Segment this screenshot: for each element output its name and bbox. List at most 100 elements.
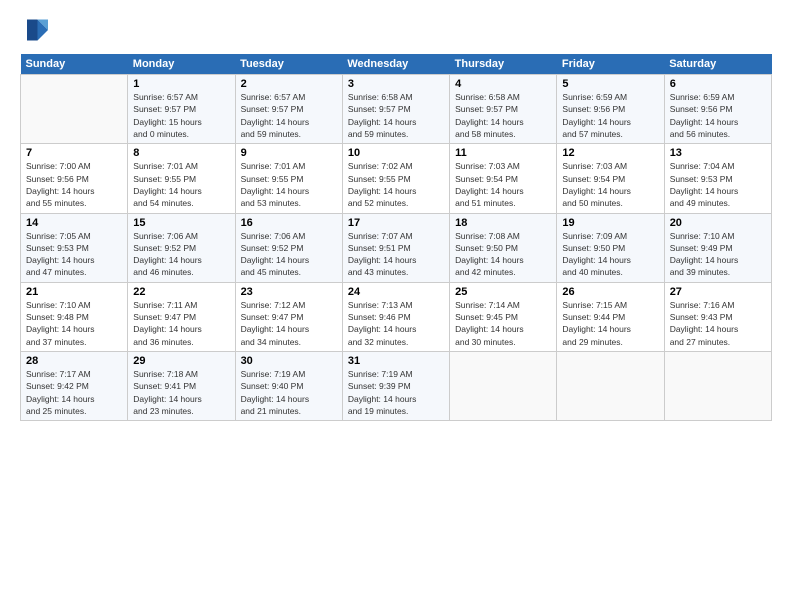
day-number: 7: [26, 147, 122, 159]
day-info: Sunrise: 7:17 AM Sunset: 9:42 PM Dayligh…: [26, 368, 122, 417]
calendar-cell: 20Sunrise: 7:10 AM Sunset: 9:49 PM Dayli…: [664, 213, 771, 282]
calendar-cell: 28Sunrise: 7:17 AM Sunset: 9:42 PM Dayli…: [21, 352, 128, 421]
day-number: 20: [670, 217, 766, 229]
calendar-cell: 18Sunrise: 7:08 AM Sunset: 9:50 PM Dayli…: [450, 213, 557, 282]
day-info: Sunrise: 6:59 AM Sunset: 9:56 PM Dayligh…: [562, 91, 658, 140]
calendar-cell: 27Sunrise: 7:16 AM Sunset: 9:43 PM Dayli…: [664, 282, 771, 351]
day-info: Sunrise: 7:04 AM Sunset: 9:53 PM Dayligh…: [670, 160, 766, 209]
day-info: Sunrise: 7:19 AM Sunset: 9:40 PM Dayligh…: [241, 368, 337, 417]
day-number: 16: [241, 217, 337, 229]
day-info: Sunrise: 7:09 AM Sunset: 9:50 PM Dayligh…: [562, 230, 658, 279]
calendar-table: SundayMondayTuesdayWednesdayThursdayFrid…: [20, 54, 772, 421]
day-number: 14: [26, 217, 122, 229]
day-number: 10: [348, 147, 444, 159]
day-info: Sunrise: 6:57 AM Sunset: 9:57 PM Dayligh…: [133, 91, 229, 140]
day-info: Sunrise: 7:19 AM Sunset: 9:39 PM Dayligh…: [348, 368, 444, 417]
day-number: 22: [133, 286, 229, 298]
day-number: 19: [562, 217, 658, 229]
calendar-cell: 3Sunrise: 6:58 AM Sunset: 9:57 PM Daylig…: [342, 75, 449, 144]
day-number: 18: [455, 217, 551, 229]
header: [20, 16, 772, 44]
week-row-2: 7Sunrise: 7:00 AM Sunset: 9:56 PM Daylig…: [21, 144, 772, 213]
day-info: Sunrise: 7:03 AM Sunset: 9:54 PM Dayligh…: [562, 160, 658, 209]
day-info: Sunrise: 7:07 AM Sunset: 9:51 PM Dayligh…: [348, 230, 444, 279]
calendar-cell: 24Sunrise: 7:13 AM Sunset: 9:46 PM Dayli…: [342, 282, 449, 351]
day-info: Sunrise: 7:08 AM Sunset: 9:50 PM Dayligh…: [455, 230, 551, 279]
day-info: Sunrise: 7:00 AM Sunset: 9:56 PM Dayligh…: [26, 160, 122, 209]
logo: [20, 16, 52, 44]
calendar-cell: [557, 352, 664, 421]
day-number: 30: [241, 355, 337, 367]
day-number: 31: [348, 355, 444, 367]
calendar-cell: 19Sunrise: 7:09 AM Sunset: 9:50 PM Dayli…: [557, 213, 664, 282]
calendar-cell: 22Sunrise: 7:11 AM Sunset: 9:47 PM Dayli…: [128, 282, 235, 351]
day-number: 6: [670, 78, 766, 90]
calendar-cell: [664, 352, 771, 421]
calendar-cell: [21, 75, 128, 144]
day-number: 23: [241, 286, 337, 298]
calendar-cell: 7Sunrise: 7:00 AM Sunset: 9:56 PM Daylig…: [21, 144, 128, 213]
calendar-cell: 23Sunrise: 7:12 AM Sunset: 9:47 PM Dayli…: [235, 282, 342, 351]
day-number: 15: [133, 217, 229, 229]
calendar-cell: 30Sunrise: 7:19 AM Sunset: 9:40 PM Dayli…: [235, 352, 342, 421]
day-info: Sunrise: 7:12 AM Sunset: 9:47 PM Dayligh…: [241, 299, 337, 348]
col-header-tuesday: Tuesday: [235, 54, 342, 75]
col-header-monday: Monday: [128, 54, 235, 75]
day-number: 8: [133, 147, 229, 159]
header-row: SundayMondayTuesdayWednesdayThursdayFrid…: [21, 54, 772, 75]
calendar-cell: 21Sunrise: 7:10 AM Sunset: 9:48 PM Dayli…: [21, 282, 128, 351]
week-row-4: 21Sunrise: 7:10 AM Sunset: 9:48 PM Dayli…: [21, 282, 772, 351]
calendar-cell: 4Sunrise: 6:58 AM Sunset: 9:57 PM Daylig…: [450, 75, 557, 144]
day-info: Sunrise: 6:58 AM Sunset: 9:57 PM Dayligh…: [348, 91, 444, 140]
day-number: 29: [133, 355, 229, 367]
col-header-friday: Friday: [557, 54, 664, 75]
calendar-cell: 26Sunrise: 7:15 AM Sunset: 9:44 PM Dayli…: [557, 282, 664, 351]
calendar-cell: 15Sunrise: 7:06 AM Sunset: 9:52 PM Dayli…: [128, 213, 235, 282]
day-info: Sunrise: 7:14 AM Sunset: 9:45 PM Dayligh…: [455, 299, 551, 348]
day-info: Sunrise: 7:01 AM Sunset: 9:55 PM Dayligh…: [133, 160, 229, 209]
day-number: 25: [455, 286, 551, 298]
day-info: Sunrise: 7:06 AM Sunset: 9:52 PM Dayligh…: [133, 230, 229, 279]
calendar-cell: [450, 352, 557, 421]
day-number: 5: [562, 78, 658, 90]
day-info: Sunrise: 7:01 AM Sunset: 9:55 PM Dayligh…: [241, 160, 337, 209]
day-info: Sunrise: 7:03 AM Sunset: 9:54 PM Dayligh…: [455, 160, 551, 209]
calendar-cell: 9Sunrise: 7:01 AM Sunset: 9:55 PM Daylig…: [235, 144, 342, 213]
day-number: 27: [670, 286, 766, 298]
calendar-cell: 13Sunrise: 7:04 AM Sunset: 9:53 PM Dayli…: [664, 144, 771, 213]
page: SundayMondayTuesdayWednesdayThursdayFrid…: [0, 0, 792, 612]
calendar-cell: 5Sunrise: 6:59 AM Sunset: 9:56 PM Daylig…: [557, 75, 664, 144]
calendar-cell: 16Sunrise: 7:06 AM Sunset: 9:52 PM Dayli…: [235, 213, 342, 282]
calendar-cell: 8Sunrise: 7:01 AM Sunset: 9:55 PM Daylig…: [128, 144, 235, 213]
calendar-cell: 6Sunrise: 6:59 AM Sunset: 9:56 PM Daylig…: [664, 75, 771, 144]
calendar-cell: 31Sunrise: 7:19 AM Sunset: 9:39 PM Dayli…: [342, 352, 449, 421]
col-header-sunday: Sunday: [21, 54, 128, 75]
week-row-5: 28Sunrise: 7:17 AM Sunset: 9:42 PM Dayli…: [21, 352, 772, 421]
col-header-saturday: Saturday: [664, 54, 771, 75]
day-number: 24: [348, 286, 444, 298]
calendar-cell: 17Sunrise: 7:07 AM Sunset: 9:51 PM Dayli…: [342, 213, 449, 282]
day-number: 13: [670, 147, 766, 159]
day-info: Sunrise: 6:58 AM Sunset: 9:57 PM Dayligh…: [455, 91, 551, 140]
day-info: Sunrise: 7:11 AM Sunset: 9:47 PM Dayligh…: [133, 299, 229, 348]
day-info: Sunrise: 7:10 AM Sunset: 9:49 PM Dayligh…: [670, 230, 766, 279]
calendar-cell: 11Sunrise: 7:03 AM Sunset: 9:54 PM Dayli…: [450, 144, 557, 213]
day-info: Sunrise: 7:18 AM Sunset: 9:41 PM Dayligh…: [133, 368, 229, 417]
day-info: Sunrise: 7:05 AM Sunset: 9:53 PM Dayligh…: [26, 230, 122, 279]
col-header-wednesday: Wednesday: [342, 54, 449, 75]
day-number: 11: [455, 147, 551, 159]
day-number: 3: [348, 78, 444, 90]
day-number: 1: [133, 78, 229, 90]
day-info: Sunrise: 7:06 AM Sunset: 9:52 PM Dayligh…: [241, 230, 337, 279]
week-row-1: 1Sunrise: 6:57 AM Sunset: 9:57 PM Daylig…: [21, 75, 772, 144]
day-info: Sunrise: 7:10 AM Sunset: 9:48 PM Dayligh…: [26, 299, 122, 348]
day-info: Sunrise: 7:13 AM Sunset: 9:46 PM Dayligh…: [348, 299, 444, 348]
day-info: Sunrise: 6:59 AM Sunset: 9:56 PM Dayligh…: [670, 91, 766, 140]
day-number: 2: [241, 78, 337, 90]
calendar-cell: 29Sunrise: 7:18 AM Sunset: 9:41 PM Dayli…: [128, 352, 235, 421]
day-number: 12: [562, 147, 658, 159]
day-info: Sunrise: 6:57 AM Sunset: 9:57 PM Dayligh…: [241, 91, 337, 140]
day-number: 4: [455, 78, 551, 90]
calendar-cell: 1Sunrise: 6:57 AM Sunset: 9:57 PM Daylig…: [128, 75, 235, 144]
day-number: 21: [26, 286, 122, 298]
